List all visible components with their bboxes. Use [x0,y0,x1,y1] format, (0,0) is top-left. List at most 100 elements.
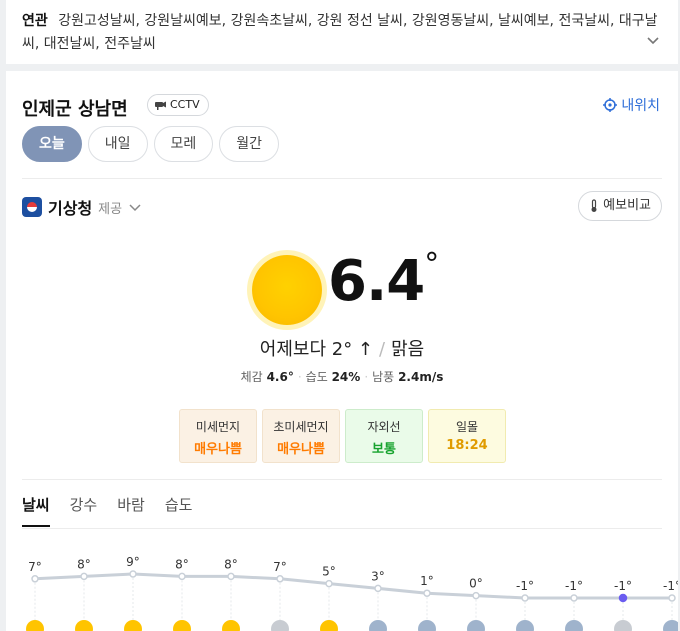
temperature-label: 7° [273,560,287,574]
tab-precipitation[interactable]: 강수 [70,494,98,527]
temperature-point[interactable] [129,570,137,578]
moon-cloud-icon [418,620,436,631]
temperature-point[interactable] [472,591,480,600]
provider[interactable]: 기상청 제공 [22,195,142,219]
provider-name: 기상청 [48,199,93,218]
related-searches: 연관 강원고성날씨, 강원날씨예보, 강원속초날씨, 강원 정선 날씨, 강원영… [6,0,678,64]
tab-monthly[interactable]: 월간 [219,126,280,162]
sun-icon [26,620,44,631]
tab-humidity[interactable]: 습도 [165,494,193,527]
divider [22,479,662,480]
wind-label: 남풍 [372,370,395,384]
kma-logo-icon [22,197,42,217]
badge-title: 미세먼지 [195,420,241,434]
temperature-point[interactable] [423,589,431,597]
humidity-label: 습도 [305,370,328,384]
tab-day-after[interactable]: 모레 [153,126,214,162]
degree-symbol: ° [424,247,439,282]
air-quality-badges: 미세먼지 매우나쁨 초미세먼지 매우나쁨 자외선 보통 일몰 18:24 [179,409,506,463]
provider-sub: 제공 [98,201,123,217]
temperature-point[interactable] [668,594,676,602]
cloud-icon [614,620,632,631]
related-links[interactable]: 강원고성날씨, 강원날씨예보, 강원속초날씨, 강원 정선 날씨, 강원영동날씨… [22,13,658,52]
badge-value: 18:24 [446,438,488,453]
temperature-point[interactable] [618,593,628,603]
badge-value: 매우나쁨 [277,442,325,457]
temperature-point[interactable] [31,575,39,583]
chevron-down-icon [129,204,141,212]
sun-icon [75,620,93,631]
moon-cloud-icon [369,620,387,631]
weather-card: 인제군 상남면 CCTV 내위치 오늘 내일 모레 월간 기상청 제공 예보비교… [6,71,678,631]
weather-details: 체감 4.6° · 습도 24% · 남풍 2.4m/s [6,368,678,385]
my-location-button[interactable]: 내위치 [603,95,660,115]
wind-value: 2.4m/s [398,370,444,384]
forecast-compare-button[interactable]: 예보비교 [578,191,662,221]
sun-icon [222,620,240,631]
temperature-point[interactable] [325,579,333,588]
ultrafine-dust-badge[interactable]: 초미세먼지 매우나쁨 [262,409,340,463]
temperature-point[interactable] [521,594,529,602]
sunset-badge[interactable]: 일몰 18:24 [428,409,506,463]
temperature-label: 0° [469,577,483,591]
temperature-label: -1° [663,579,678,593]
temperature-label: 9° [126,555,140,569]
weather-condition: 맑음 [391,339,425,360]
camera-icon [155,101,166,110]
tab-weather[interactable]: 날씨 [22,494,50,527]
separator-dot: · [297,370,302,384]
cctv-button[interactable]: CCTV [147,94,209,116]
temperature-point[interactable] [570,594,578,602]
sun-icon [252,255,322,325]
temperature-point[interactable] [227,572,235,581]
sun-icon [124,620,142,631]
temperature-label: -1° [516,579,534,593]
chart-tabs: 날씨 강수 바람 습도 [22,494,192,527]
yesterday-compare: 어제보다 2° ↑ / 맑음 [6,335,678,361]
day-tabs: 오늘 내일 모레 월간 [22,126,280,162]
divider [22,528,662,529]
separator: / [379,339,386,360]
cloud-icon [271,620,289,631]
temperature-label: -1° [614,579,632,593]
temperature-label: 1° [420,574,434,588]
separator-dot: · [364,370,369,384]
temperature-point[interactable] [374,584,382,593]
feels-label: 체감 [240,370,263,384]
temperature-point[interactable] [276,575,284,583]
temperature-label: 8° [77,557,91,571]
cctv-label: CCTV [170,98,200,111]
moon-cloud-icon [663,620,678,631]
sun-icon [173,620,191,631]
temperature-point[interactable] [80,572,88,581]
related-label: 연관 [22,13,48,29]
temperature-value: 6.4 [328,249,425,314]
tab-wind[interactable]: 바람 [117,494,145,527]
badge-value: 보통 [372,442,396,457]
location-title: 인제군 상남면 [22,99,128,120]
humidity-value: 24% [331,370,361,384]
chevron-down-icon[interactable] [646,34,660,48]
crosshair-icon [603,98,618,112]
sun-icon [320,620,338,631]
uv-badge[interactable]: 자외선 보통 [345,409,423,463]
temperature-label: 3° [371,569,385,583]
divider [22,178,662,179]
badge-title: 자외선 [367,420,401,434]
my-location-label: 내위치 [621,98,660,114]
forecast-compare-label: 예보비교 [603,198,651,213]
temperature-point[interactable] [178,572,186,581]
temperature-label: 5° [322,565,336,579]
tab-today[interactable]: 오늘 [22,126,82,162]
badge-title: 일몰 [455,420,479,434]
thermometer-icon [591,199,597,212]
compare-value: 2° ↑ [331,339,374,360]
temperature-label: 8° [224,557,238,571]
moon-cloud-icon [467,620,485,631]
moon-cloud-icon [516,620,534,631]
fine-dust-badge[interactable]: 미세먼지 매우나쁨 [179,409,257,463]
tab-tomorrow[interactable]: 내일 [87,126,148,162]
compare-prefix: 어제보다 [259,339,332,360]
temperature-label: 8° [175,557,189,571]
current-temperature: 6.4° [328,247,439,314]
